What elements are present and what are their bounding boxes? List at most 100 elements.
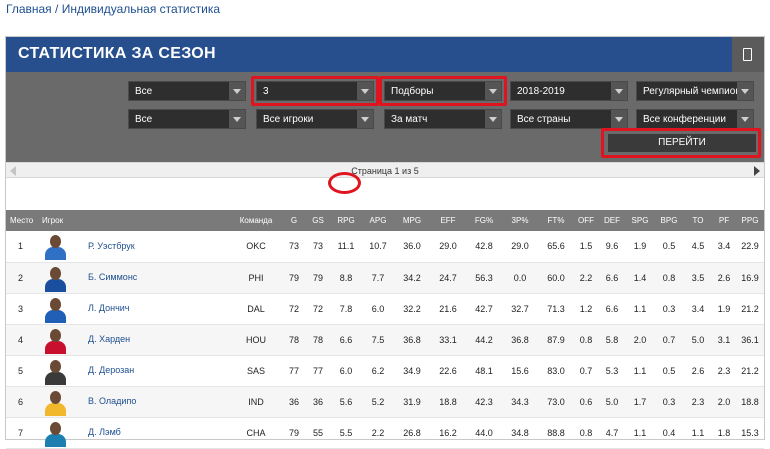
stat-cell-off: 0.6 <box>574 386 598 418</box>
stat-cell-spg: 2.0 <box>626 324 654 356</box>
player-name-link[interactable]: Р. Уэстбрук <box>88 241 135 251</box>
avatar-jersey <box>45 247 66 261</box>
stat-cell-gs: 36 <box>306 386 330 418</box>
player-cell[interactable]: Д. Дерозан <box>38 355 230 387</box>
avatar-head <box>50 421 61 435</box>
stat-cell-pf: 1.9 <box>712 293 736 325</box>
table-row: 4 Д. Харден HOU 78 78 6.6 7.5 36.8 33.1 44.2 36.8 8… <box>6 324 764 356</box>
stat-cell-ftpct: 65.6 <box>538 231 574 263</box>
player-avatar <box>42 232 68 261</box>
player-cell[interactable]: В. Оладипо <box>38 386 230 418</box>
pagination: Страница 1 из 5 <box>6 162 764 178</box>
stat-cell-fgpct: 56.3 <box>466 262 502 294</box>
column-header-bpg[interactable]: BPG <box>654 210 684 231</box>
mobile-view-button[interactable] <box>732 37 764 72</box>
table-row: 6 В. Оладипо IND 36 36 5.6 5.2 31.9 18.8 42.3 34.3… <box>6 386 764 418</box>
stat-cell-spg: 1.4 <box>626 262 654 294</box>
filter-country-select[interactable]: Все страны <box>510 109 628 129</box>
page-title: СТАТИСТИКА ЗА СЕЗОН <box>18 45 216 62</box>
stat-cell-mpg: 32.2 <box>394 293 430 325</box>
player-name-link[interactable]: Д. Харден <box>88 334 130 344</box>
stat-cell-bpg: 0.8 <box>654 262 684 294</box>
stat-cell-3ppct: 32.7 <box>502 293 538 325</box>
filter-conference-select[interactable]: Все конференции <box>636 109 754 129</box>
filter-stage-value: Регулярный чемпионат <box>643 86 737 97</box>
stat-cell-ppg: 16.9 <box>736 262 764 294</box>
column-header-apg[interactable]: APG <box>362 210 394 231</box>
player-name-link[interactable]: Л. Дончич <box>88 303 129 313</box>
player-cell[interactable]: Д. Лэмб <box>38 417 230 449</box>
avatar-head <box>50 390 61 404</box>
filter-team-select[interactable]: Все <box>128 109 246 129</box>
stat-cell-g: 72 <box>282 293 306 325</box>
player-cell[interactable]: Д. Харден <box>38 324 230 356</box>
column-header-to[interactable]: TO <box>684 210 712 231</box>
stat-cell-rpg: 5.5 <box>330 417 362 449</box>
filter-mode-select[interactable]: За матч <box>384 109 502 129</box>
chevron-down-icon <box>737 110 753 128</box>
stat-cell-fgpct: 42.7 <box>466 293 502 325</box>
column-header-off[interactable]: OFF <box>574 210 598 231</box>
stat-cell-bpg: 0.7 <box>654 324 684 356</box>
stat-cell-apg: 5.2 <box>362 386 394 418</box>
filter-players-select[interactable]: Все игроки <box>256 109 374 129</box>
column-header-g[interactable]: G <box>282 210 306 231</box>
stat-cell-команда: SAS <box>230 355 282 387</box>
column-header-mpg[interactable]: MPG <box>394 210 430 231</box>
breadcrumb: Главная / Индивидуальная статистика <box>6 2 220 16</box>
filter-position-select[interactable]: Все <box>128 81 246 101</box>
filter-position-value: Все <box>135 86 153 97</box>
stat-cell-spg: 1.1 <box>626 293 654 325</box>
stat-cell-def: 6.6 <box>598 262 626 294</box>
player-avatar <box>42 295 68 323</box>
column-header-pf[interactable]: PF <box>712 210 736 231</box>
stat-cell-apg: 10.7 <box>362 231 394 263</box>
breadcrumb-home-link[interactable]: Главная <box>6 2 52 16</box>
column-header-eff[interactable]: EFF <box>430 210 466 231</box>
player-name-link[interactable]: Б. Симмонс <box>88 272 137 282</box>
player-cell[interactable]: Р. Уэстбрук <box>38 231 230 263</box>
stat-cell-eff: 33.1 <box>430 324 466 356</box>
stat-cell-spg: 1.1 <box>626 355 654 387</box>
filter-season-select[interactable]: 2018-2019 <box>510 81 628 101</box>
column-header-команда[interactable]: Команда <box>230 210 282 231</box>
column-header-ftpct[interactable]: FT% <box>538 210 574 231</box>
column-header-spg[interactable]: SPG <box>626 210 654 231</box>
filter-mode-value: За матч <box>391 114 428 125</box>
stat-cell-to: 1.1 <box>684 417 712 449</box>
player-cell[interactable]: Л. Дончич <box>38 293 230 325</box>
stat-cell-apg: 6.2 <box>362 355 394 387</box>
stat-cell-g: 78 <box>282 324 306 356</box>
stat-cell-gs: 72 <box>306 293 330 325</box>
phone-icon <box>743 48 752 61</box>
player-cell[interactable]: Б. Симмонс <box>38 262 230 294</box>
stat-cell-eff: 29.0 <box>430 231 466 263</box>
stat-cell-eff: 21.6 <box>430 293 466 325</box>
stat-cell-off: 0.8 <box>574 324 598 356</box>
column-header-fgpct[interactable]: FG% <box>466 210 502 231</box>
stat-cell-eff: 24.7 <box>430 262 466 294</box>
column-header-3ppct[interactable]: 3P% <box>502 210 538 231</box>
player-name-link[interactable]: Д. Лэмб <box>88 427 121 437</box>
stat-cell-off: 2.2 <box>574 262 598 294</box>
next-page-icon[interactable] <box>754 166 760 176</box>
stat-cell-bpg: 0.5 <box>654 355 684 387</box>
column-header-ppg[interactable]: PPG <box>736 210 764 231</box>
stat-cell-команда: PHI <box>230 262 282 294</box>
filter-conference-value: Все конференции <box>643 114 726 125</box>
filter-stage-select[interactable]: Регулярный чемпионат <box>636 81 754 101</box>
stat-cell-fgpct: 42.3 <box>466 386 502 418</box>
column-header-def[interactable]: DEF <box>598 210 626 231</box>
table-header-row: Место Игрок Команда G GS RPG APG MPG EFF FG% 3P% FT… <box>6 210 764 231</box>
player-name-link[interactable]: В. Оладипо <box>88 396 136 406</box>
player-name-link[interactable]: Д. Дерозан <box>88 365 134 375</box>
stat-cell-def: 6.6 <box>598 293 626 325</box>
avatar-jersey <box>45 309 66 323</box>
go-button[interactable]: ПЕРЕЙТИ <box>608 134 756 152</box>
stat-cell-apg: 7.5 <box>362 324 394 356</box>
column-header-rpg[interactable]: RPG <box>330 210 362 231</box>
column-header-gs[interactable]: GS <box>306 210 330 231</box>
player-avatar <box>42 357 68 385</box>
stat-cell-gs: 77 <box>306 355 330 387</box>
stats-table: Место Игрок Команда G GS RPG APG MPG EFF FG% 3P% FT… <box>6 210 764 449</box>
